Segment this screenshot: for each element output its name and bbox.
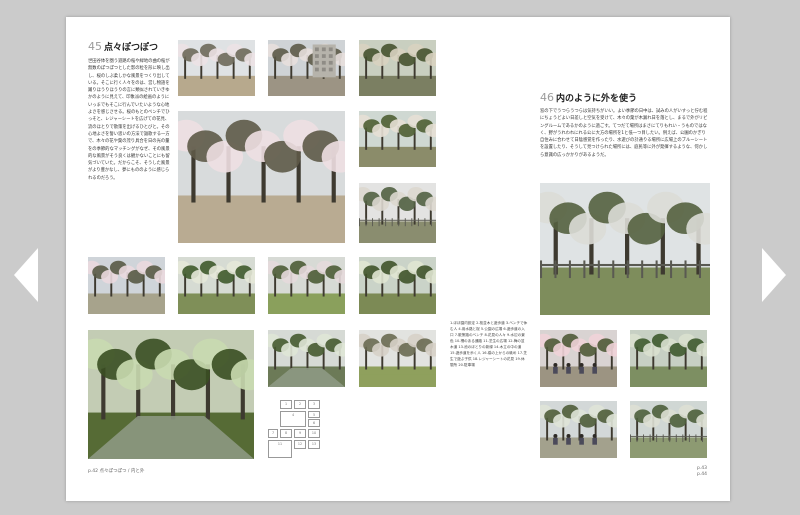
photo-3	[359, 40, 436, 96]
photo-16	[630, 330, 707, 387]
photo-9	[268, 257, 345, 314]
map-cell: 5	[308, 411, 320, 418]
folio-left: p.42 点々ぽつぽつ / 内と外	[88, 469, 145, 474]
photo-layout-map: 1 2 3 4 5 6 7 8 9 10 11 12 13	[268, 398, 322, 460]
photo-7	[88, 257, 165, 314]
photo-image	[630, 330, 707, 387]
left-section-heading: 45 点々ぽつぽつ	[88, 40, 158, 53]
map-cell: 7	[268, 429, 278, 438]
photo-13	[359, 330, 436, 387]
photo-image	[268, 257, 345, 314]
photo-image	[359, 40, 436, 96]
photo-image	[359, 111, 436, 167]
map-cell: 9	[294, 429, 306, 438]
map-cell: 13	[308, 440, 320, 449]
photo-6	[359, 183, 436, 243]
map-cell: 8	[280, 429, 292, 438]
photo-15	[540, 330, 617, 387]
photo-image	[540, 183, 710, 315]
map-cell: 6	[308, 419, 320, 427]
photo-1	[178, 40, 255, 96]
right-section-body: 窓の下でうつらうつらは気持ちがいい。よい季節の日中は、試みの人がいすっと佇む程に…	[540, 109, 708, 158]
map-cell: 2	[294, 400, 306, 409]
photo-17	[540, 401, 617, 458]
left-section-number: 45	[88, 40, 102, 53]
next-page-button[interactable]	[760, 248, 786, 302]
photo-18	[630, 401, 707, 458]
map-cell: 10	[308, 429, 320, 438]
right-section-number: 46	[540, 91, 554, 104]
left-section-body: 世田谷体を圏う遊路の桜や緑地の曲の桜が無数のぽつぽつとした影の粒を形に映し出し、…	[88, 59, 170, 181]
photo-image	[540, 401, 617, 458]
photo-image	[268, 330, 345, 387]
photo-image	[630, 401, 707, 458]
photo-image	[359, 183, 436, 243]
photo-image	[178, 111, 345, 243]
photo-image	[359, 257, 436, 314]
photo-2	[268, 40, 345, 96]
photo-caption-list: 1.ほほ園内設定 2.桜並木と遊歩道 3.ベンチで休む人 4.用水路と桜 5.公…	[450, 321, 528, 367]
photo-11	[268, 330, 345, 387]
folio-right: p.43 p.44	[697, 466, 707, 478]
prev-page-button[interactable]	[14, 248, 40, 302]
map-cell: 1	[280, 400, 292, 409]
photo-image	[88, 330, 254, 459]
map-cell: 3	[308, 400, 320, 409]
photo-image	[268, 40, 345, 96]
chevron-right-icon	[762, 248, 786, 302]
left-section-title: 点々ぽつぽつ	[104, 43, 159, 53]
photo-image	[178, 257, 255, 314]
photo-10	[359, 257, 436, 314]
photo-8	[178, 257, 255, 314]
photo-5	[359, 111, 436, 167]
chevron-left-icon	[14, 248, 38, 302]
photo-4	[178, 111, 345, 243]
photo-image	[178, 40, 255, 96]
photo-14	[540, 183, 710, 315]
photo-image	[540, 330, 617, 387]
map-cell: 4	[280, 411, 306, 427]
right-section-heading: 46 内のように外を使う	[540, 91, 637, 104]
photo-image	[88, 257, 165, 314]
photo-image	[359, 330, 436, 387]
map-cell: 11	[268, 440, 292, 458]
right-section-title: 内のように外を使う	[556, 94, 638, 104]
map-cell: 12	[294, 440, 306, 449]
folio-right-line: p.44	[697, 472, 708, 477]
photo-12	[88, 330, 254, 459]
